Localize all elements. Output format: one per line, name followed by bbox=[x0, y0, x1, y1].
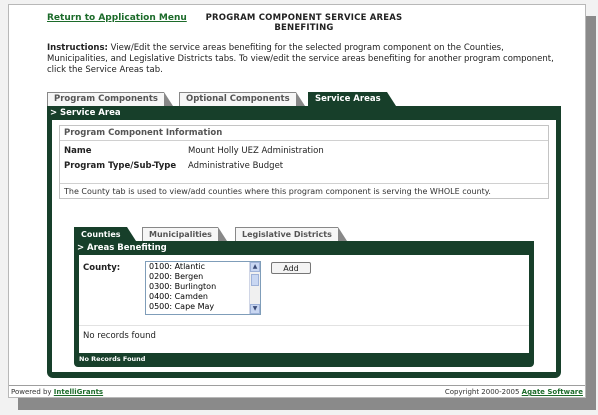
tab-service-areas[interactable]: Service Areas bbox=[308, 92, 396, 106]
copyright: Copyright 2000-2005 Agate Software bbox=[445, 386, 583, 398]
powered-by: Powered by IntelliGrants bbox=[11, 386, 103, 398]
tab-municipalities[interactable]: Municipalities bbox=[142, 227, 227, 241]
divider bbox=[79, 325, 529, 326]
county-option[interactable]: 0400: Camden bbox=[146, 292, 260, 302]
areas-benefiting-panel: > Areas Benefiting County: 0100: Atlantic… bbox=[74, 241, 534, 367]
areas-benefiting-header: > Areas Benefiting bbox=[74, 241, 534, 255]
tab-label: Optional Components bbox=[186, 94, 290, 104]
tab-label: Program Components bbox=[54, 94, 158, 104]
service-area-header: > Service Area bbox=[47, 106, 561, 120]
records-status: No Records Found bbox=[79, 355, 146, 363]
service-area-panel: > Service Area Program Component Informat… bbox=[47, 106, 561, 378]
page-footer: Powered by IntelliGrants Copyright 2000-… bbox=[9, 385, 585, 398]
name-label: Name bbox=[64, 146, 92, 156]
chevron-right-icon: > bbox=[77, 243, 85, 253]
areas-benefiting-title: Areas Benefiting bbox=[87, 243, 167, 253]
application-window: Return to Application Menu PROGRAM COMPO… bbox=[8, 4, 586, 398]
county-tab-note: The County tab is used to view/add count… bbox=[60, 183, 548, 199]
tab-legislative-districts[interactable]: Legislative Districts bbox=[235, 227, 347, 241]
tab-counties[interactable]: Counties bbox=[74, 227, 135, 241]
empty-state-text: No records found bbox=[83, 331, 156, 341]
county-listbox[interactable]: 0100: Atlantic 0200: Bergen 0300: Burlin… bbox=[145, 261, 261, 315]
tab-label: Municipalities bbox=[149, 230, 212, 239]
tab-label: Service Areas bbox=[315, 94, 381, 104]
page-title: PROGRAM COMPONENT SERVICE AREAS BENEFITI… bbox=[199, 13, 409, 33]
powered-prefix: Powered by bbox=[11, 388, 54, 396]
return-to-menu-link[interactable]: Return to Application Menu bbox=[47, 13, 187, 23]
program-component-info: Program Component Information Name Mount … bbox=[59, 125, 549, 199]
county-option[interactable]: 0100: Atlantic bbox=[146, 262, 260, 272]
copyright-prefix: Copyright 2000-2005 bbox=[444, 388, 522, 396]
add-county-button[interactable]: Add bbox=[271, 262, 311, 274]
agate-software-link[interactable]: Agate Software bbox=[522, 388, 583, 396]
county-option[interactable]: 0200: Bergen bbox=[146, 272, 260, 282]
chevron-right-icon: > bbox=[50, 108, 58, 118]
tab-optional-components[interactable]: Optional Components bbox=[179, 92, 305, 106]
intelligrants-link[interactable]: IntelliGrants bbox=[54, 388, 103, 396]
areas-benefiting-body: County: 0100: Atlantic 0200: Bergen 0300… bbox=[79, 255, 529, 353]
info-title: Program Component Information bbox=[60, 126, 548, 141]
page-title-line-2: BENEFITING bbox=[274, 23, 334, 33]
tab-program-components[interactable]: Program Components bbox=[47, 92, 173, 106]
tab-label: Legislative Districts bbox=[242, 230, 332, 239]
type-label: Program Type/Sub-Type bbox=[64, 161, 177, 171]
info-row-name: Name Mount Holly UEZ Administration bbox=[64, 146, 324, 156]
instructions: Instructions: View/Edit the service area… bbox=[47, 43, 567, 76]
instructions-label: Instructions: bbox=[47, 43, 108, 53]
tab-label: Counties bbox=[81, 230, 121, 239]
listbox-scrollbar[interactable]: ▲ ▼ bbox=[249, 262, 260, 314]
instructions-text: View/Edit the service areas benefiting f… bbox=[47, 43, 554, 75]
name-value: Mount Holly UEZ Administration bbox=[188, 146, 324, 156]
page-title-line-1: PROGRAM COMPONENT SERVICE AREAS bbox=[205, 13, 403, 23]
service-area-title: Service Area bbox=[60, 108, 121, 118]
service-area-body: Program Component Information Name Mount … bbox=[52, 120, 556, 372]
county-option[interactable]: 0300: Burlington bbox=[146, 282, 260, 292]
county-option[interactable]: 0500: Cape May bbox=[146, 302, 260, 312]
info-row-type: Program Type/Sub-Type Administrative Budg… bbox=[64, 161, 283, 171]
type-value: Administrative Budget bbox=[188, 161, 284, 171]
scroll-thumb[interactable] bbox=[251, 274, 259, 286]
county-label: County: bbox=[83, 263, 121, 273]
scroll-down-icon[interactable]: ▼ bbox=[250, 304, 260, 314]
scroll-up-icon[interactable]: ▲ bbox=[250, 262, 260, 272]
